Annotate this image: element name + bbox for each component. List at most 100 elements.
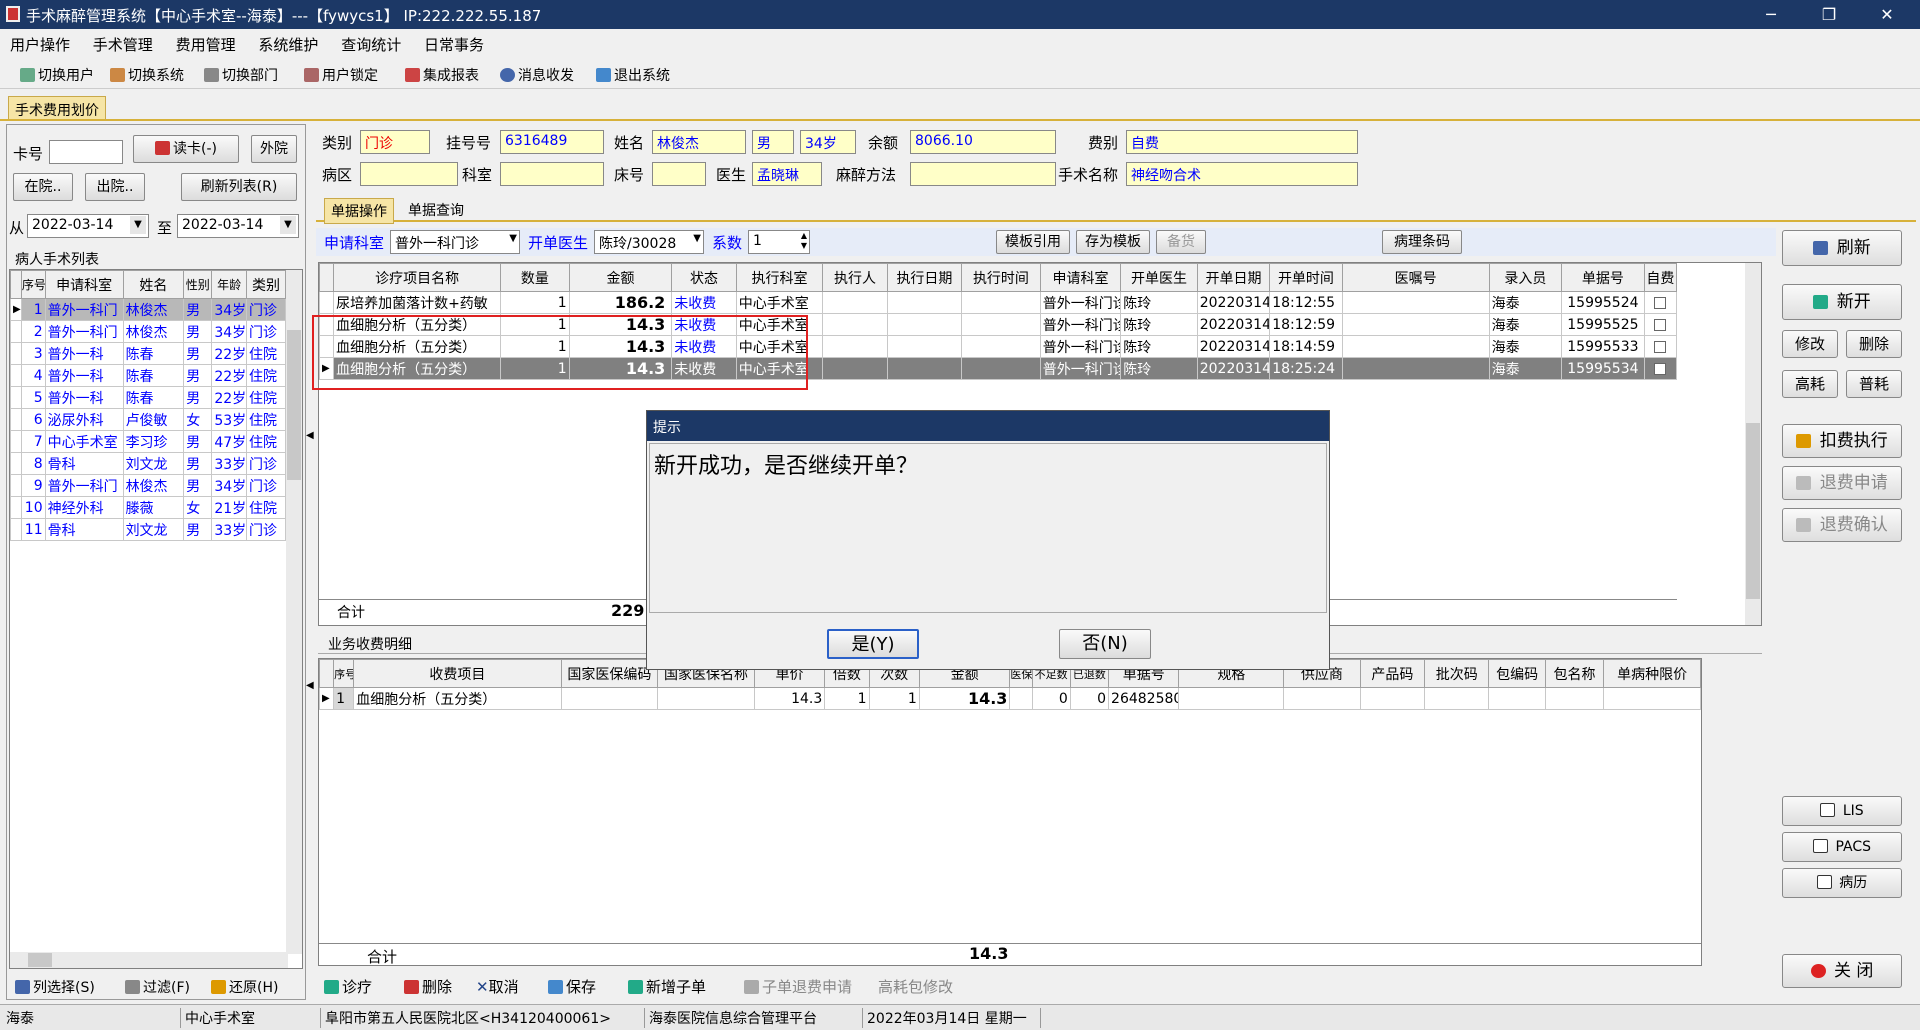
checkbox-icon[interactable] <box>1654 318 1667 331</box>
switch-system-button[interactable]: 切换系统 <box>110 65 184 85</box>
col-header[interactable]: 执行人 <box>822 263 888 292</box>
tab-order-ops[interactable]: 单据操作 <box>324 198 394 224</box>
menu-system[interactable]: 系统维护 <box>248 29 318 55</box>
op-field[interactable]: 神经吻合术 <box>1126 162 1358 186</box>
high-pack-edit-button[interactable]: 高耗包修改 <box>878 976 953 997</box>
chevron-down-icon[interactable]: ▼ <box>693 233 701 244</box>
chevron-down-icon[interactable]: ▼ <box>130 216 146 234</box>
switch-user-button[interactable]: 切换用户 <box>20 65 94 85</box>
lis-button[interactable]: LIS <box>1782 796 1902 826</box>
age-field[interactable]: 34岁 <box>800 130 856 154</box>
col-header[interactable]: 类别 <box>245 270 287 299</box>
self-pay-checkbox[interactable] <box>1643 291 1678 314</box>
horizontal-scrollbar[interactable] <box>10 952 288 968</box>
table-row[interactable]: 9 普外一科门 林俊杰男 34岁 门诊 <box>10 474 287 497</box>
no-button[interactable]: 否(N) <box>1059 629 1151 659</box>
checkbox-icon[interactable] <box>1654 296 1667 309</box>
menu-fee[interactable]: 费用管理 <box>166 29 236 55</box>
table-row[interactable]: 3 普外一科 陈春男 22岁 住院 <box>10 342 287 365</box>
switch-dept-button[interactable]: 切换部门 <box>204 65 278 85</box>
col-header[interactable]: 自费 <box>1643 263 1678 292</box>
in-hospital-button[interactable]: 在院.. <box>13 173 73 201</box>
col-header[interactable]: 数量 <box>500 263 570 292</box>
col-header[interactable]: 产品码 <box>1359 659 1426 688</box>
chevron-down-icon[interactable]: ▼ <box>280 216 296 234</box>
checkbox-icon[interactable] <box>1654 340 1667 353</box>
table-row[interactable]: 10 神经外科 滕薇女 21岁 住院 <box>10 496 287 519</box>
col-header[interactable]: 开单时间 <box>1269 263 1343 292</box>
modify-button[interactable]: 修改 <box>1782 330 1838 358</box>
sub-refund-button[interactable]: 子单退费申请 <box>744 976 852 997</box>
table-row[interactable]: 11 骨科 刘文龙男 33岁 门诊 <box>10 518 287 541</box>
col-header[interactable]: 执行时间 <box>961 263 1041 292</box>
fee-field[interactable]: 自费 <box>1126 130 1358 154</box>
col-header[interactable]: 姓名 <box>122 270 185 299</box>
menu-surgery[interactable]: 手术管理 <box>83 29 153 55</box>
exit-button[interactable]: 退出系统 <box>596 65 670 85</box>
anes-field[interactable] <box>910 162 1056 186</box>
splitter-left-icon[interactable]: ◀ <box>306 680 314 691</box>
stock-button[interactable]: 备货 <box>1156 230 1206 254</box>
restore-icon[interactable]: ❐ <box>1806 0 1852 29</box>
scroll-thumb[interactable] <box>287 330 301 480</box>
hscroll-thumb[interactable] <box>28 953 52 967</box>
normal-consumable-button[interactable]: 普耗 <box>1846 370 1902 398</box>
report-button[interactable]: 集成报表 <box>405 65 479 85</box>
col-header[interactable]: 状态 <box>671 263 737 292</box>
reg-field[interactable]: 6316489 <box>500 130 604 154</box>
yes-button[interactable]: 是(Y) <box>827 629 919 659</box>
outside-button[interactable]: 外院 <box>251 135 297 163</box>
close-icon[interactable]: ✕ <box>1864 0 1910 29</box>
refund-confirm-button[interactable]: 退费确认 <box>1782 508 1902 542</box>
restore-button[interactable]: 还原(H) <box>211 977 278 997</box>
name-field[interactable]: 林俊杰 <box>652 130 746 154</box>
refresh-list-button[interactable]: 刷新列表(R) <box>181 173 297 201</box>
save-button[interactable]: 保存 <box>548 976 596 997</box>
splitter-left-icon[interactable]: ◀ <box>306 430 314 441</box>
self-pay-checkbox[interactable] <box>1643 335 1678 358</box>
col-header[interactable]: 性别 <box>183 270 213 299</box>
col-header[interactable]: 诊疗项目名称 <box>333 263 502 292</box>
col-header[interactable]: 录入员 <box>1488 263 1563 292</box>
self-pay-checkbox[interactable] <box>1643 357 1678 380</box>
table-row[interactable]: 7 中心手术室 李习珍男 47岁 住院 <box>10 430 287 453</box>
minimize-icon[interactable]: ─ <box>1748 0 1794 29</box>
tab-fee-pricing[interactable]: 手术费用划价 <box>8 96 106 120</box>
table-row[interactable]: 2 普外一科门 林俊杰男 34岁 门诊 <box>10 320 287 343</box>
add-sub-order-button[interactable]: 新增子单 <box>628 976 706 997</box>
dept-field[interactable] <box>500 162 604 186</box>
col-header[interactable]: 申请科室 <box>1039 263 1122 292</box>
message-button[interactable]: 消息收发 <box>500 65 574 85</box>
col-header[interactable]: 单据号 <box>1561 263 1645 292</box>
card-input[interactable] <box>49 140 123 164</box>
to-date-input[interactable]: 2022-03-14 ▼ <box>177 214 299 238</box>
ward-field[interactable] <box>360 162 458 186</box>
refund-apply-button[interactable]: 退费申请 <box>1782 466 1902 500</box>
template-ref-button[interactable]: 模板引用 <box>996 230 1070 254</box>
table-row[interactable]: 4 普外一科 陈春男 22岁 住院 <box>10 364 287 387</box>
doctor-field[interactable]: 孟晓琳 <box>752 162 822 186</box>
col-header[interactable]: 执行日期 <box>886 263 963 292</box>
col-header[interactable]: 开单日期 <box>1196 263 1271 292</box>
spin-icon[interactable]: ▲ ▼ <box>801 231 807 251</box>
column-select-button[interactable]: 列选择(S) <box>15 977 95 997</box>
delete-button[interactable]: 删除 <box>1846 330 1902 358</box>
col-header[interactable]: 收费项目 <box>353 659 562 688</box>
menu-query[interactable]: 查询统计 <box>331 29 401 55</box>
col-header[interactable]: 单病种限价 <box>1603 659 1701 688</box>
diagnosis-button[interactable]: 诊疗 <box>324 976 372 997</box>
apply-dept-select[interactable]: 普外一科门诊 ▼ <box>390 230 520 254</box>
chevron-down-icon[interactable]: ▼ <box>509 233 517 244</box>
type-field[interactable]: 门诊 <box>360 130 430 154</box>
sex-field[interactable]: 男 <box>752 130 794 154</box>
from-date-input[interactable]: 2022-03-14 ▼ <box>27 214 149 238</box>
high-consumable-button[interactable]: 高耗 <box>1782 370 1838 398</box>
col-header[interactable]: 国家医保编码 <box>560 659 659 688</box>
col-header[interactable]: 序号 <box>20 270 46 299</box>
table-row[interactable]: ▶ 1 血细胞分析（五分类） 14.3 1 1 14.3 0 0 26482580 <box>319 687 1701 710</box>
scroll-thumb[interactable] <box>1746 423 1760 599</box>
discharged-button[interactable]: 出院.. <box>85 173 145 201</box>
save-template-button[interactable]: 存为模板 <box>1076 230 1150 254</box>
table-row[interactable]: 6 泌尿外科 卢俊敏女 53岁 住院 <box>10 408 287 431</box>
table-row[interactable]: 8 骨科 刘文龙男 33岁 门诊 <box>10 452 287 475</box>
